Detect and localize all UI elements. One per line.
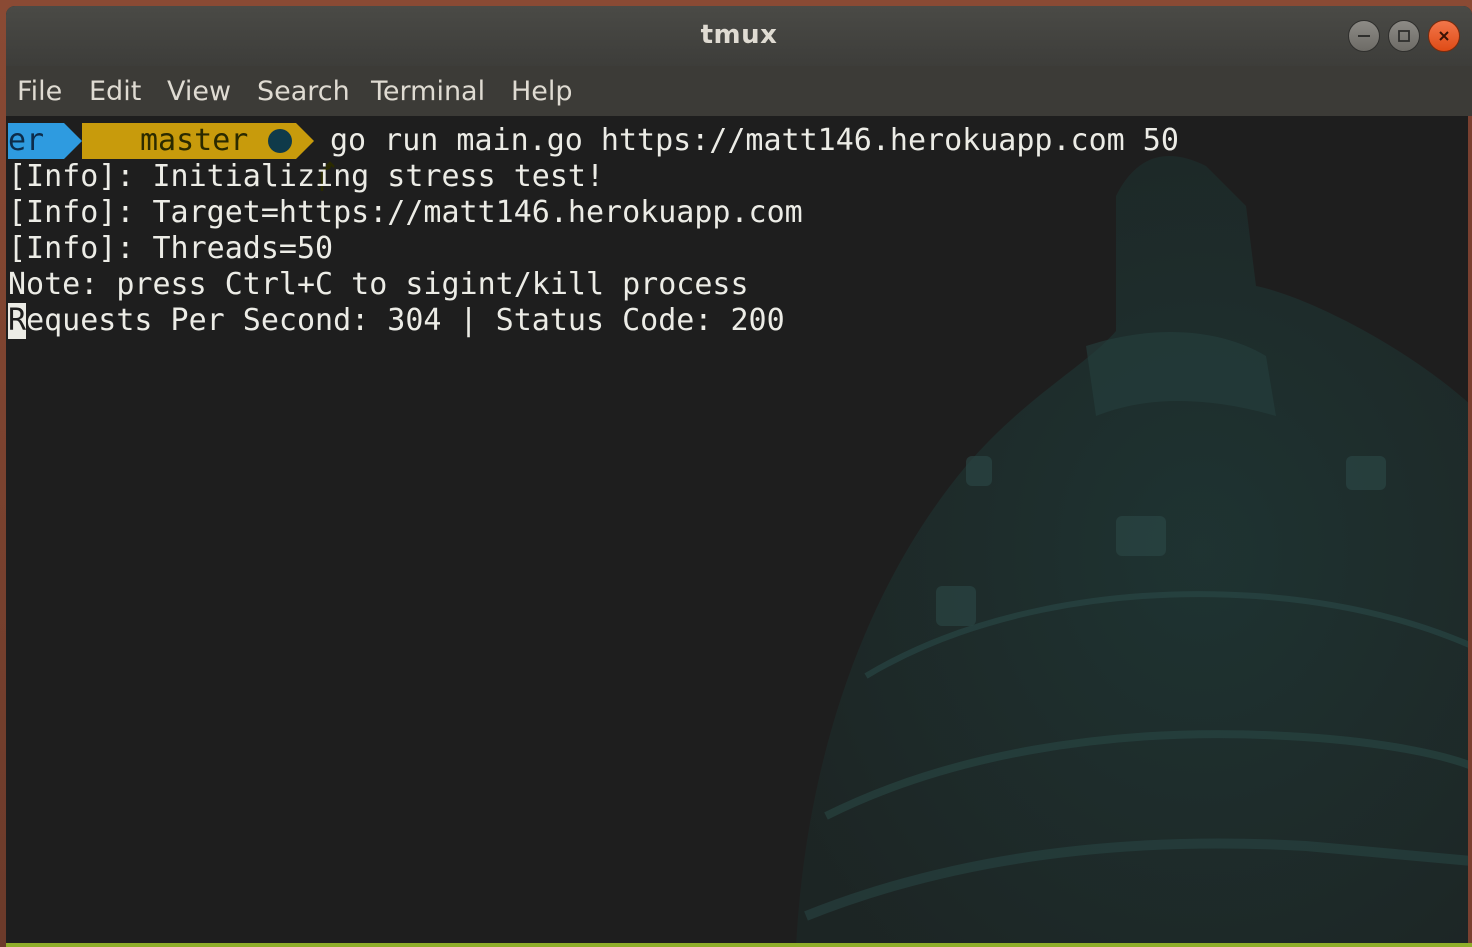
git-status-dot-icon: [268, 129, 292, 153]
titlebar[interactable]: tmux: [6, 6, 1472, 66]
prompt-directory-segment: er: [8, 123, 64, 159]
output-line: Note: press Ctrl+C to sigint/kill proces…: [8, 267, 749, 302]
prompt-line: er master go run main.go https://matt146…: [8, 123, 1308, 191]
output-line: [Info]: Threads=50: [8, 231, 334, 266]
scrollbar[interactable]: [1468, 116, 1472, 947]
menu-edit[interactable]: Edit: [89, 76, 141, 107]
bottom-border: [6, 943, 1472, 947]
menu-help[interactable]: Help: [511, 76, 573, 107]
terminal-window: tmux File Edit View Search Terminal Help: [6, 6, 1472, 947]
git-branch-name: master: [140, 123, 249, 158]
output-line: [Info]: Target=https://matt146.herokuapp…: [8, 195, 803, 230]
menubar: File Edit View Search Terminal Help: [6, 66, 1472, 116]
command-text: go run main.go https://matt146.herokuapp…: [330, 123, 1179, 158]
window-title: tmux: [700, 20, 778, 50]
requests-status-text: equests Per Second: 304 | Status Code: 2…: [26, 303, 785, 338]
terminal-area[interactable]: er master go run main.go https://matt146…: [6, 116, 1472, 947]
minimize-button[interactable]: [1348, 20, 1380, 52]
prompt-git-segment: master: [82, 123, 335, 191]
output-line: [Info]: Initializing stress test!: [8, 159, 605, 194]
maximize-icon: [1389, 21, 1419, 51]
menu-search[interactable]: Search: [257, 76, 350, 107]
close-button[interactable]: [1428, 20, 1460, 52]
git-branch-icon: [98, 125, 335, 191]
prompt-directory: er: [8, 123, 45, 158]
terminal-cursor: R: [8, 303, 27, 339]
prompt-separator-arrow: [64, 123, 82, 159]
terminal-output: er master go run main.go https://matt146…: [8, 116, 1179, 431]
close-icon: [1429, 21, 1459, 51]
menu-terminal[interactable]: Terminal: [371, 76, 485, 107]
menu-view[interactable]: View: [167, 76, 231, 107]
maximize-button[interactable]: [1388, 20, 1420, 52]
prompt-end-arrow: [296, 123, 314, 159]
minimize-icon: [1349, 21, 1379, 51]
output-line-current: Requests Per Second: 304 | Status Code: …: [8, 303, 785, 339]
menu-file[interactable]: File: [17, 76, 62, 107]
